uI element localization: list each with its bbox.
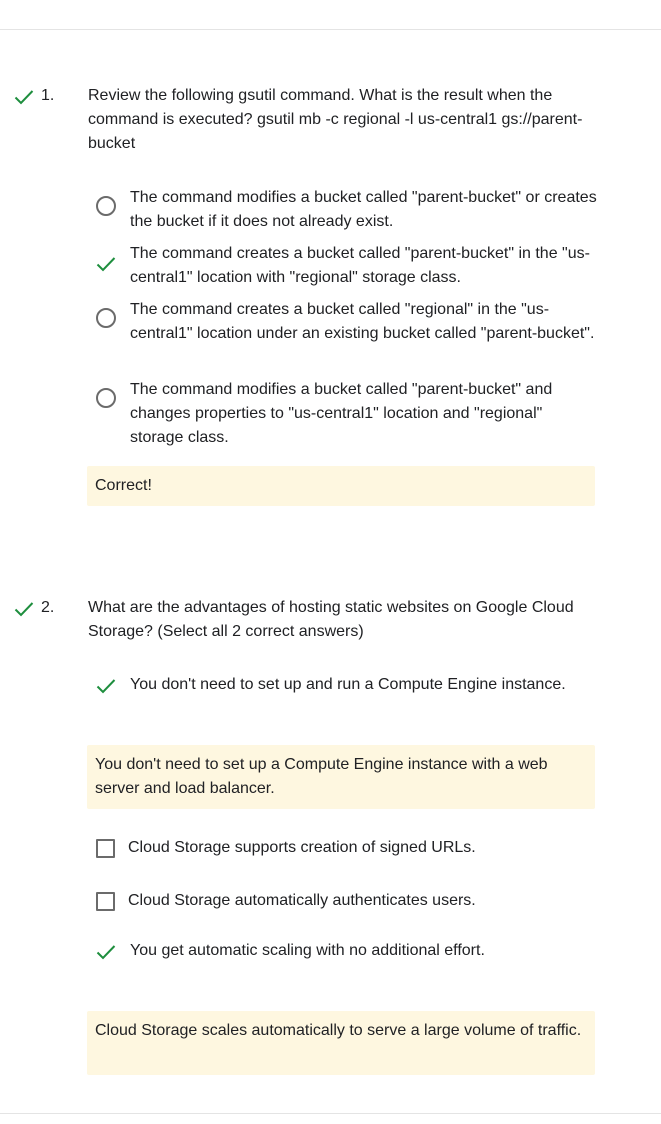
answer-option[interactable]: Cloud Storage supports creation of signe… bbox=[128, 836, 598, 860]
radio-button[interactable] bbox=[96, 308, 116, 328]
answer-option[interactable]: The command modifies a bucket called "pa… bbox=[130, 186, 600, 234]
checkmark-icon bbox=[14, 601, 34, 617]
checkmark-icon bbox=[14, 89, 34, 105]
question-number: 1. bbox=[41, 87, 55, 104]
feedback-box: Cloud Storage scales automatically to se… bbox=[87, 1011, 595, 1075]
bottom-divider bbox=[0, 1113, 661, 1114]
feedback-box: You don't need to set up a Compute Engin… bbox=[87, 745, 595, 809]
checkmark-icon bbox=[96, 678, 116, 694]
radio-button[interactable] bbox=[96, 196, 116, 216]
answer-option[interactable]: You get automatic scaling with no additi… bbox=[130, 939, 600, 963]
question-text: Review the following gsutil command. Wha… bbox=[88, 87, 583, 152]
feedback-box: Correct! bbox=[87, 466, 595, 506]
checkmark-icon bbox=[96, 256, 116, 272]
top-divider bbox=[0, 29, 661, 30]
answer-option[interactable]: The command creates a bucket called "reg… bbox=[130, 298, 600, 346]
answer-option[interactable]: The command modifies a bucket called "pa… bbox=[130, 378, 600, 450]
checkbox[interactable] bbox=[96, 839, 115, 858]
answer-option[interactable]: Cloud Storage automatically authenticate… bbox=[128, 889, 598, 913]
question-number: 2. bbox=[41, 599, 55, 616]
radio-button[interactable] bbox=[96, 388, 116, 408]
answer-option[interactable]: You don't need to set up and run a Compu… bbox=[130, 673, 600, 697]
checkbox[interactable] bbox=[96, 892, 115, 911]
answer-option[interactable]: The command creates a bucket called "par… bbox=[130, 242, 600, 290]
question-text: What are the advantages of hosting stati… bbox=[88, 599, 574, 640]
checkmark-icon bbox=[96, 944, 116, 960]
